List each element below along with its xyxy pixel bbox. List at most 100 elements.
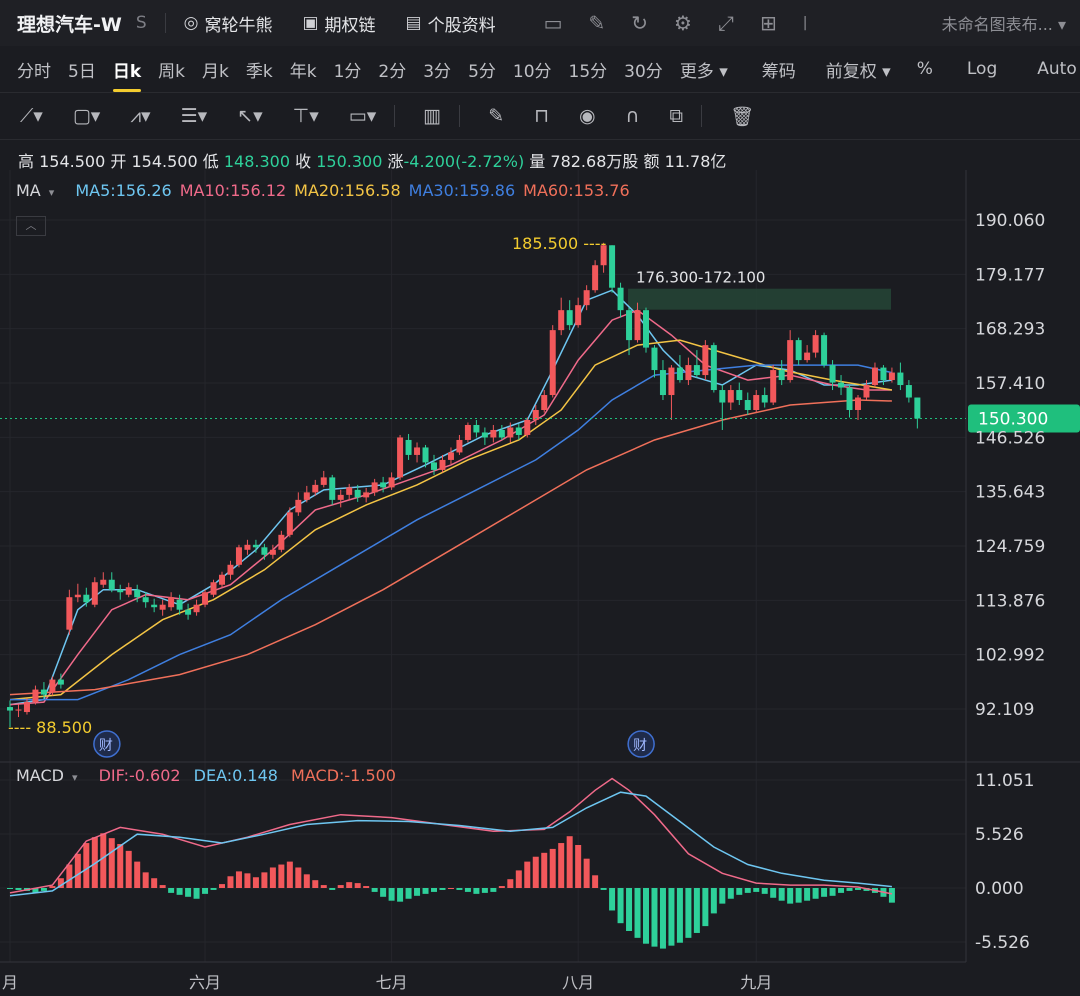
candle-body bbox=[685, 365, 692, 381]
macd-bar bbox=[558, 843, 565, 888]
price-tick-label: 124.759 bbox=[975, 537, 1045, 557]
low-marker: ---- 88.500 bbox=[8, 718, 92, 737]
candle-body bbox=[643, 310, 649, 348]
macd-bar bbox=[380, 888, 387, 897]
candle-body bbox=[846, 387, 853, 411]
candle-body bbox=[795, 340, 802, 361]
macd-bar bbox=[795, 888, 802, 903]
candle-body bbox=[659, 370, 666, 396]
price-tick-label: 135.643 bbox=[975, 483, 1045, 503]
macd-bar bbox=[100, 833, 107, 888]
candle-body bbox=[524, 419, 531, 435]
candle-body bbox=[634, 310, 641, 341]
macd-bar bbox=[185, 888, 192, 897]
dea-value: DEA:0.148 bbox=[193, 766, 278, 785]
macd-bar bbox=[549, 848, 556, 888]
macd-bar bbox=[151, 878, 158, 888]
candle-body bbox=[804, 352, 811, 361]
macd-bar bbox=[134, 861, 141, 888]
macd-bar bbox=[405, 888, 412, 899]
macd-bar bbox=[66, 864, 73, 888]
price-tick-label: 168.293 bbox=[975, 320, 1045, 340]
month-label: 七月 bbox=[376, 973, 408, 992]
macd-bar bbox=[329, 888, 336, 890]
macd-bar bbox=[787, 888, 794, 904]
candle-body bbox=[617, 287, 624, 311]
ma-indicator-dropdown[interactable]: MA ▾ bbox=[16, 181, 62, 200]
ma-line-ma10 bbox=[9, 309, 892, 706]
macd-bar bbox=[778, 888, 785, 901]
month-label: 八月 bbox=[562, 973, 594, 992]
macd-bar bbox=[363, 886, 370, 888]
ma-legend: MA ▾ MA5:156.26 MA10:156.12 MA20:156.58 MA30… bbox=[16, 181, 646, 200]
macd-bar bbox=[515, 870, 522, 888]
candle-body bbox=[397, 437, 404, 478]
candle-body bbox=[693, 365, 700, 376]
candle-body bbox=[787, 340, 794, 381]
candle-body bbox=[388, 477, 395, 488]
macd-bar bbox=[244, 873, 251, 888]
macd-bar bbox=[40, 888, 47, 891]
macd-tick-label: 0.000 bbox=[975, 879, 1024, 899]
macd-bar bbox=[74, 853, 81, 888]
candle-body bbox=[855, 397, 861, 411]
candle-body bbox=[702, 345, 709, 376]
candle-body bbox=[286, 512, 293, 535]
candle-body bbox=[57, 679, 64, 685]
macd-legend: MACD ▾ DIF:-0.602 DEA:0.148 MACD:-1.500 bbox=[16, 766, 404, 785]
collapse-icon[interactable]: ︿ bbox=[16, 216, 46, 236]
ma-line-ma60 bbox=[9, 399, 892, 696]
candle-body bbox=[320, 477, 327, 485]
macd-bar bbox=[371, 888, 378, 892]
macd-bar bbox=[235, 871, 242, 888]
candle-body bbox=[235, 547, 242, 565]
macd-bar bbox=[7, 888, 13, 889]
candle-body bbox=[727, 390, 734, 403]
macd-bar bbox=[210, 888, 217, 890]
macd-bar bbox=[337, 885, 344, 888]
candle-body bbox=[447, 452, 454, 460]
candle-body bbox=[83, 594, 90, 603]
macd-bar bbox=[168, 888, 175, 893]
candle-body bbox=[464, 424, 471, 440]
macd-bar bbox=[829, 888, 836, 896]
macd-bar bbox=[804, 888, 811, 901]
macd-bar bbox=[397, 888, 404, 902]
candle-body bbox=[117, 589, 124, 593]
macd-tick-label: 11.051 bbox=[975, 771, 1034, 791]
candle-body bbox=[202, 592, 209, 605]
candle-body bbox=[278, 534, 285, 550]
macd-tick-label: 5.526 bbox=[975, 825, 1024, 845]
macd-bar bbox=[770, 888, 777, 898]
macd-indicator-dropdown[interactable]: MACD ▾ bbox=[16, 766, 86, 785]
price-tick-label: 157.410 bbox=[975, 374, 1045, 394]
candle-body bbox=[185, 609, 192, 615]
macd-bar bbox=[159, 885, 166, 888]
macd-bar bbox=[414, 888, 421, 896]
macd-bar bbox=[388, 888, 395, 901]
candle-body bbox=[609, 245, 616, 288]
dif-value: DIF:-0.602 bbox=[98, 766, 181, 785]
candle-body bbox=[303, 492, 310, 500]
candle-body bbox=[914, 397, 921, 419]
macd-bar bbox=[693, 888, 700, 933]
candle-body bbox=[719, 390, 726, 403]
macd-bar bbox=[736, 888, 743, 895]
ma-line-ma20 bbox=[9, 339, 893, 701]
ma-legend-item: MA20:156.58 bbox=[294, 181, 401, 200]
month-label: 六月 bbox=[189, 973, 221, 992]
candle-body bbox=[668, 367, 675, 396]
candle-body bbox=[838, 382, 845, 388]
candle-body bbox=[176, 599, 183, 610]
ma-legend-item: MA60:153.76 bbox=[523, 181, 630, 200]
candle-body bbox=[371, 482, 378, 493]
ma-items: MA5:156.26 MA10:156.12 MA20:156.58 MA30:159… bbox=[75, 181, 637, 200]
ma-name: MA bbox=[16, 181, 41, 200]
candle-body bbox=[346, 487, 353, 495]
dropdown-icon: ▾ bbox=[71, 771, 78, 784]
kline-chart[interactable]: 176.300-172.100 185.500 ---- ---- 88.500 15… bbox=[0, 0, 1080, 996]
candle-body bbox=[710, 345, 717, 391]
candle-body bbox=[498, 429, 505, 438]
candle-body bbox=[761, 395, 768, 403]
macd-tick-label: -5.526 bbox=[975, 933, 1030, 953]
